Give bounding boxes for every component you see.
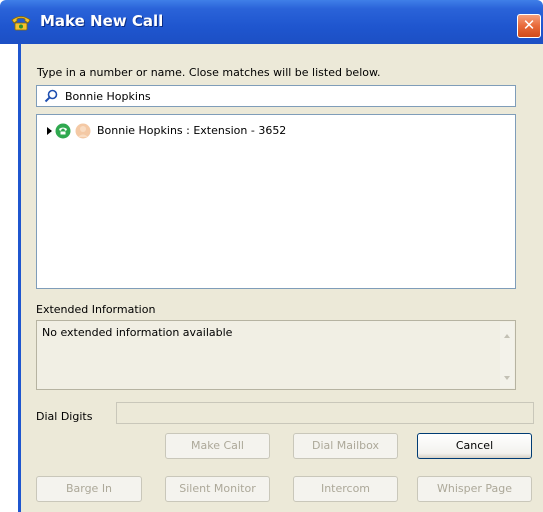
- extended-info-label: Extended Information: [36, 303, 156, 316]
- make-call-button[interactable]: Make Call: [165, 433, 270, 459]
- silent-monitor-button[interactable]: Silent Monitor: [165, 476, 270, 502]
- close-button[interactable]: ✕: [517, 14, 541, 38]
- extended-info-scrollbar[interactable]: [500, 322, 514, 388]
- dialog-body: Type in a number or name. Close matches …: [18, 44, 543, 512]
- extended-info-text: No extended information available: [42, 326, 233, 339]
- dial-digits-field[interactable]: [116, 402, 534, 424]
- results-list[interactable]: Bonnie Hopkins : Extension - 3652: [36, 114, 516, 289]
- scroll-down-icon[interactable]: [504, 376, 510, 380]
- dial-mailbox-button[interactable]: Dial Mailbox: [293, 433, 398, 459]
- search-input[interactable]: [65, 87, 505, 105]
- scroll-up-icon[interactable]: [504, 334, 510, 338]
- search-prompt: Type in a number or name. Close matches …: [37, 66, 381, 79]
- close-icon: ✕: [522, 16, 536, 34]
- phone-status-icon: [55, 123, 71, 139]
- title-bar[interactable]: Make New Call ✕: [0, 0, 543, 44]
- barge-in-button[interactable]: Barge In: [36, 476, 142, 502]
- make-new-call-dialog: Make New Call ✕ Type in a number or name…: [0, 0, 543, 512]
- search-icon: [44, 89, 58, 103]
- window-title: Make New Call: [40, 12, 164, 30]
- intercom-button[interactable]: Intercom: [293, 476, 398, 502]
- result-label: Bonnie Hopkins : Extension - 3652: [97, 124, 287, 137]
- dial-digits-label: Dial Digits: [36, 410, 93, 423]
- avatar-icon: [75, 123, 91, 139]
- whisper-page-button[interactable]: Whisper Page: [417, 476, 532, 502]
- search-box[interactable]: [36, 85, 516, 107]
- expand-arrow-icon[interactable]: [47, 127, 52, 135]
- extended-info-box: No extended information available: [36, 320, 516, 390]
- telephone-icon: [11, 16, 31, 31]
- cancel-button[interactable]: Cancel: [417, 433, 532, 459]
- list-item[interactable]: Bonnie Hopkins : Extension - 3652: [43, 122, 503, 140]
